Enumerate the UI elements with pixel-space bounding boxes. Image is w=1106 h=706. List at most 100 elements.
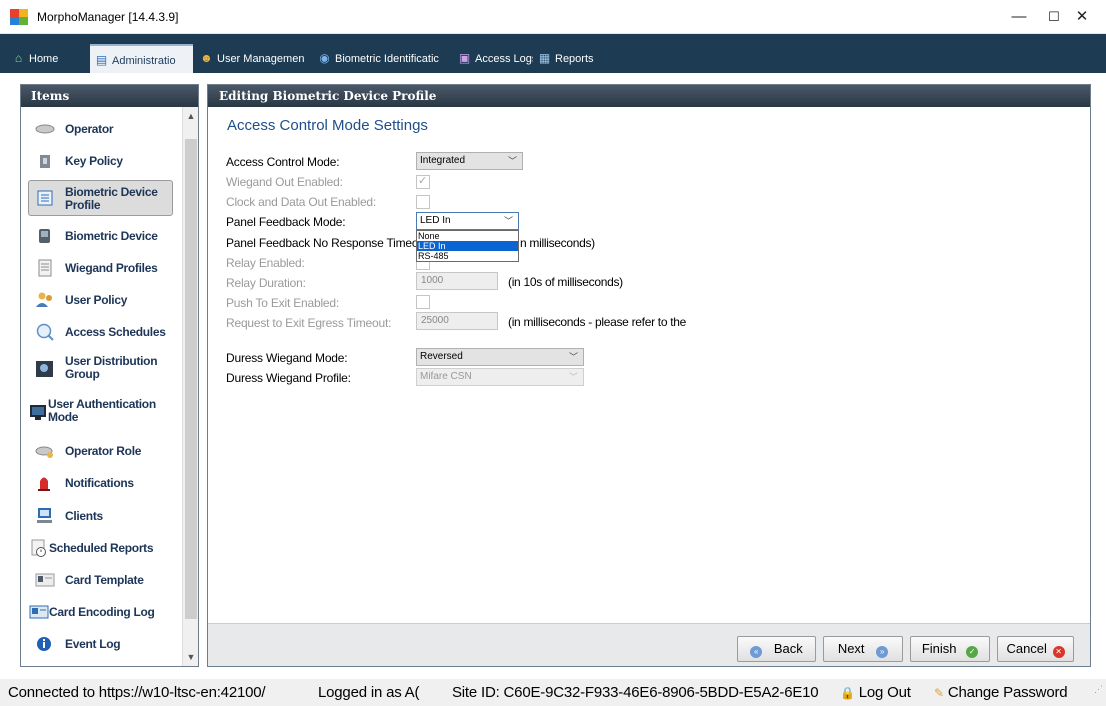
scroll-down-icon[interactable]: ▼: [183, 650, 198, 664]
clock-data-out-label: Clock and Data Out Enabled:: [226, 195, 377, 209]
tab-biometric-identification-label: Biometric Identificatic: [335, 53, 439, 65]
chevron-down-icon: ﹀: [568, 372, 578, 382]
request-exit-timeout-input[interactable]: 25000: [416, 312, 498, 330]
logout-label: Log Out: [858, 684, 911, 701]
biometric-device-icon: [35, 227, 55, 245]
close-button[interactable]: ✕: [1059, 0, 1105, 34]
sidebar-item-label: Clients: [65, 509, 103, 523]
tab-administration-label: Administratio: [112, 55, 176, 67]
access-logs-icon: ▣: [458, 51, 471, 65]
sidebar-item-card-template[interactable]: Card Template: [29, 570, 173, 590]
partial-item-icon: [35, 665, 55, 666]
sidebar-item-operator[interactable]: Operator: [29, 119, 173, 139]
administration-icon: ▤: [95, 53, 108, 67]
relay-duration-hint: (in 10s of milliseconds): [508, 275, 623, 289]
back-button[interactable]: « Back: [737, 636, 816, 662]
event-log-icon: [35, 635, 55, 653]
sidebar-item-access-schedules[interactable]: Access Schedules: [29, 322, 173, 342]
user-authentication-icon: [29, 403, 49, 421]
sidebar-item-biometric-device-profile[interactable]: Biometric Device Profile: [28, 180, 173, 216]
sidebar-item-operator-role[interactable]: Operator Role: [29, 441, 173, 461]
sidebar-item-user-policy[interactable]: User Policy: [29, 290, 173, 310]
chevron-down-icon: ﹀: [503, 216, 513, 226]
next-button[interactable]: Next »: [823, 636, 903, 662]
panel-feedback-timeout-label: Panel Feedback No Response Timeou: [226, 236, 416, 250]
sidebar-item-card-encoding-log[interactable]: Card Encoding Log: [29, 602, 173, 622]
tab-biometric-identification[interactable]: ◉ Biometric Identificatic: [313, 44, 453, 73]
change-password-link[interactable]: ✎ Change Password: [934, 679, 1068, 706]
clock-data-out-checkbox[interactable]: [416, 195, 430, 209]
resize-grip-icon[interactable]: ⋰: [1094, 676, 1103, 703]
tab-access-logs-label: Access Logs: [475, 53, 533, 65]
card-template-icon: [35, 571, 55, 589]
select-value: Reversed: [420, 351, 463, 362]
duress-wiegand-mode-select[interactable]: Reversed ﹀: [416, 348, 584, 366]
option-led-in[interactable]: LED In: [417, 241, 518, 251]
scheduled-reports-icon: [29, 539, 49, 557]
cancel-button[interactable]: Cancel ✕: [997, 636, 1074, 662]
sidebar-item-label: User Authentication Mode: [48, 398, 156, 424]
access-control-mode-select[interactable]: Integrated ﹀: [416, 152, 523, 170]
push-to-exit-checkbox[interactable]: [416, 295, 430, 309]
tab-access-logs[interactable]: ▣ Access Logs: [453, 44, 533, 73]
sidebar-item-label: Key Policy: [65, 154, 123, 168]
tab-user-management[interactable]: ☻ User Managemen: [195, 44, 313, 73]
scroll-up-icon[interactable]: ▲: [183, 109, 198, 123]
notifications-icon: [35, 474, 55, 492]
sidebar-item-user-distribution-group[interactable]: User Distribution Group: [29, 353, 173, 383]
logged-in-status: Logged in as A(: [318, 684, 420, 701]
app-logo-icon: [10, 9, 28, 25]
panel-feedback-timeout-hint: n milliseconds): [520, 236, 595, 250]
finish-button[interactable]: Finish ✓: [910, 636, 990, 662]
chevron-down-icon: ﹀: [507, 156, 517, 166]
sidebar-item-label: Biometric Device: [65, 229, 158, 243]
user-distribution-group-icon: [35, 360, 55, 378]
sidebar-scrollbar[interactable]: ▲ ▼: [182, 107, 198, 666]
select-value: Integrated: [420, 155, 466, 166]
tab-administration[interactable]: ▤ Administratio: [90, 44, 193, 73]
logout-link[interactable]: 🔒 Log Out: [840, 679, 911, 706]
wiegand-out-checkbox[interactable]: [416, 174, 430, 189]
wiegand-out-label: Wiegand Out Enabled:: [226, 175, 343, 189]
sidebar-item-notifications[interactable]: Notifications: [29, 473, 173, 493]
option-rs-485[interactable]: RS-485: [417, 251, 518, 261]
duress-wiegand-profile-select[interactable]: Mifare CSN ﹀: [416, 368, 584, 386]
tab-home-label: Home: [29, 53, 59, 65]
sidebar-item-event-log[interactable]: Event Log: [29, 634, 173, 654]
users-icon: ☻: [200, 51, 213, 65]
sidebar-item-scheduled-reports[interactable]: Scheduled Reports: [29, 538, 173, 558]
label-line-2: Profile: [65, 198, 101, 212]
lock-icon: 🔒: [840, 686, 855, 700]
sidebar-item-label: Wiegand Profiles: [65, 261, 158, 275]
sidebar-item-wiegand-profiles[interactable]: Wiegand Profiles: [29, 258, 173, 278]
panel-feedback-mode-options: None LED In RS-485: [416, 230, 519, 262]
push-to-exit-label: Push To Exit Enabled:: [226, 296, 339, 310]
sidebar-item-label: Event Log: [65, 637, 121, 651]
sidebar-item-key-policy[interactable]: Key Policy: [29, 151, 173, 171]
access-schedules-icon: [35, 323, 55, 341]
panel-feedback-mode-label: Panel Feedback Mode:: [226, 215, 346, 229]
sidebar-item-biometric-device[interactable]: Biometric Device: [29, 226, 173, 246]
card-encoding-log-icon: [29, 603, 49, 621]
sidebar-item-clients[interactable]: Clients: [29, 506, 173, 526]
access-control-mode-label: Access Control Mode:: [226, 155, 340, 169]
duress-wiegand-mode-label: Duress Wiegand Mode:: [226, 351, 348, 365]
status-bar: Connected to https://w10-ltsc-en:42100/ …: [0, 679, 1106, 706]
clients-icon: [35, 507, 55, 525]
window-titlebar: MorphoManager [14.4.3.9] — ☐ ✕: [0, 0, 1106, 34]
option-none[interactable]: None: [417, 231, 518, 241]
sidebar-item-label: Card Template: [65, 573, 144, 587]
label-line-1: Biometric Device: [65, 185, 158, 199]
tab-home[interactable]: ⌂ Home: [7, 44, 89, 73]
tab-reports[interactable]: ▦ Reports: [533, 44, 613, 73]
relay-duration-input[interactable]: 1000: [416, 272, 498, 290]
tab-user-management-label: User Managemen: [217, 53, 305, 65]
items-sidebar: Items Operator Key Policy Biometric Devi…: [20, 84, 199, 667]
sidebar-item-user-authentication-mode[interactable]: User Authentication Mode: [29, 397, 173, 427]
sidebar-item-label: Operator: [65, 122, 114, 136]
operator-icon: [35, 120, 55, 138]
label-line-2: Group: [65, 367, 100, 381]
panel-feedback-mode-select[interactable]: LED In ﹀: [416, 212, 519, 230]
key-icon: ✎: [934, 686, 944, 700]
scrollbar-thumb[interactable]: [185, 139, 197, 619]
